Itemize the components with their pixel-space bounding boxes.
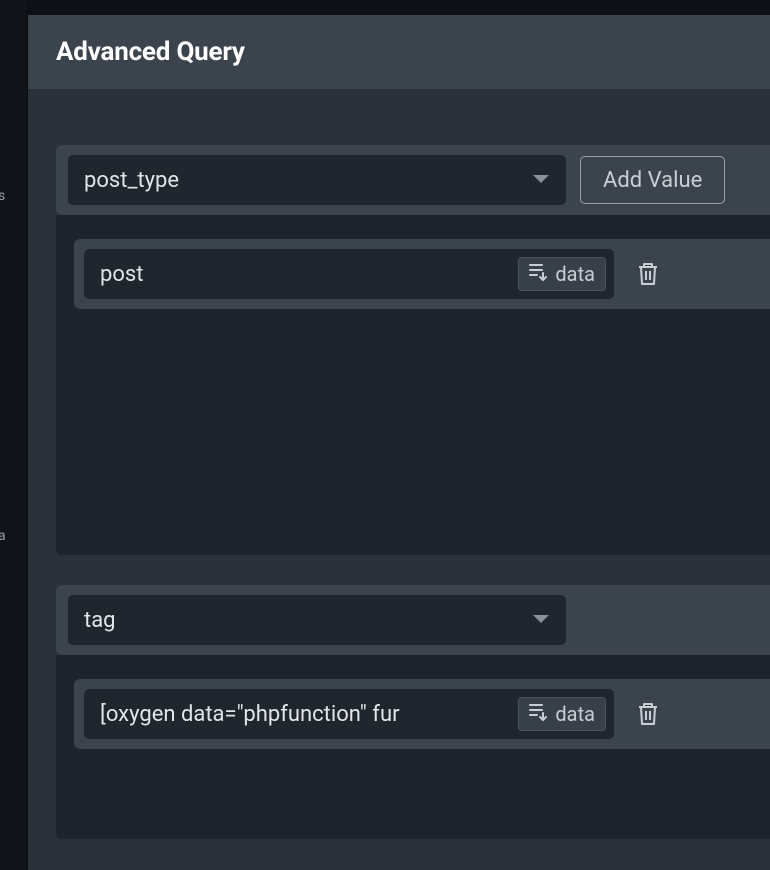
bg-text-frag: s (0, 188, 5, 204)
chevron-down-icon (532, 614, 550, 626)
data-insert-icon (529, 262, 549, 286)
query-head: post_type Add Value (56, 145, 770, 215)
param-select[interactable]: tag (68, 595, 566, 645)
param-select-value: post_type (84, 168, 179, 193)
value-row: data (74, 239, 770, 309)
value-input-wrap: data (84, 689, 614, 739)
insert-data-button[interactable]: data (518, 697, 606, 731)
add-value-button[interactable]: Add Value (580, 156, 725, 204)
chevron-down-icon (532, 174, 550, 186)
modal-body: post_type Add Value (28, 89, 770, 870)
value-input[interactable] (100, 702, 508, 727)
value-input[interactable] (100, 262, 508, 287)
query-block: post_type Add Value (56, 145, 770, 555)
value-input-wrap: data (84, 249, 614, 299)
modal-header: Advanced Query (28, 15, 770, 89)
insert-data-button[interactable]: data (518, 257, 606, 291)
delete-value-button[interactable] (632, 697, 664, 731)
trash-icon (636, 701, 660, 727)
trash-icon (636, 261, 660, 287)
query-head: tag (56, 585, 770, 655)
data-pill-label: data (555, 262, 595, 286)
query-values: data (56, 215, 770, 555)
query-block: tag (56, 585, 770, 839)
delete-value-button[interactable] (632, 257, 664, 291)
modal-title: Advanced Query (56, 37, 742, 67)
data-pill-label: data (555, 702, 595, 726)
param-select[interactable]: post_type (68, 155, 566, 205)
data-insert-icon (529, 702, 549, 726)
query-values: data (56, 655, 770, 839)
advanced-query-modal: Advanced Query post_type Add Value (28, 15, 770, 870)
param-select-value: tag (84, 608, 116, 633)
value-row: data (74, 679, 770, 749)
background-sidebar-sliver: s a (0, 0, 28, 870)
bg-text-frag: a (0, 528, 6, 544)
